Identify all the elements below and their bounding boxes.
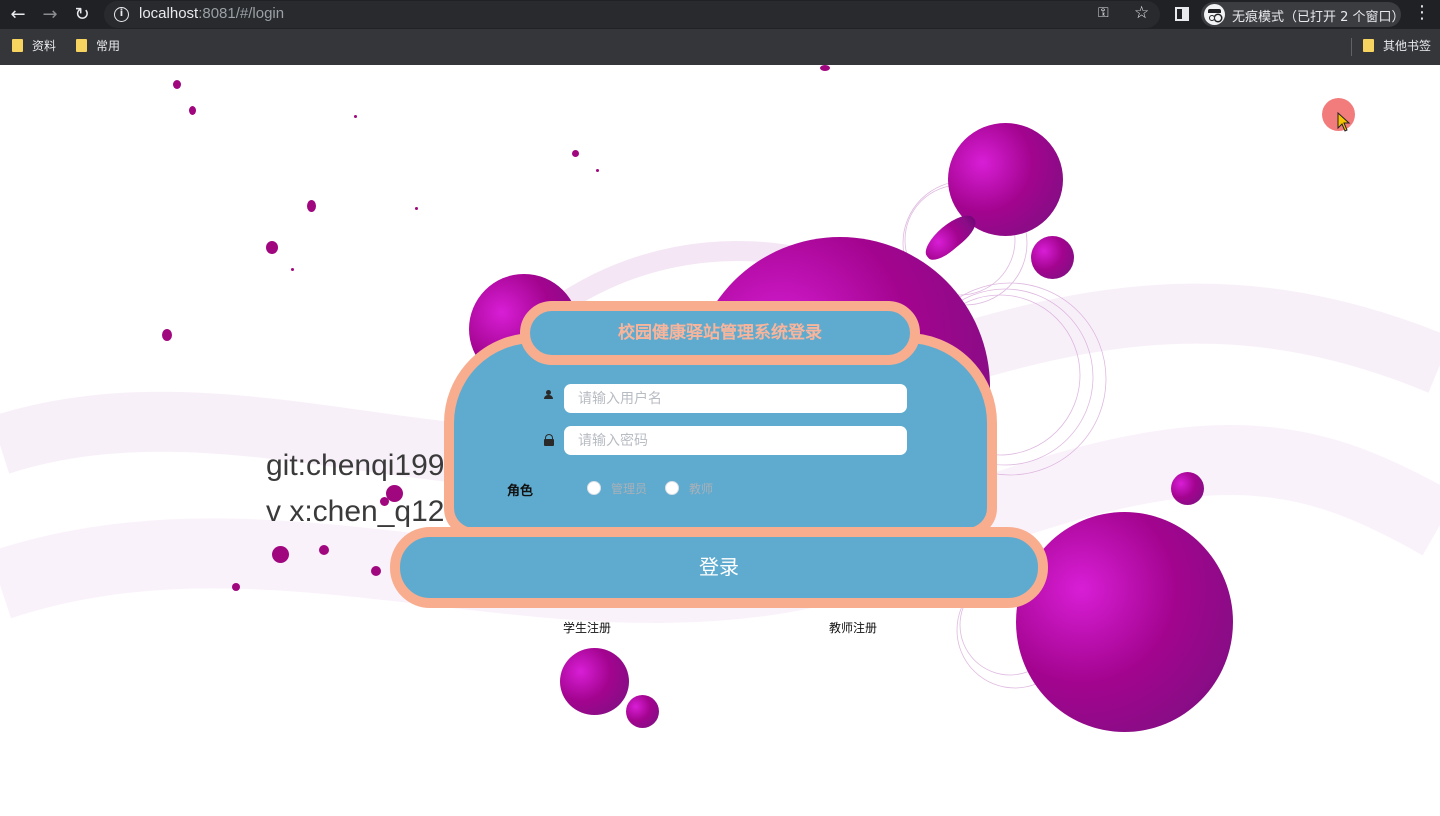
- incognito-icon: [1204, 4, 1225, 25]
- bookmark-folder-changyong[interactable]: 常用: [76, 37, 120, 57]
- role-radio-teacher[interactable]: [665, 481, 679, 495]
- reload-icon[interactable]: ↻: [70, 3, 94, 27]
- sphere-bottom-left: [560, 648, 629, 715]
- url-path: :8081/#/login: [198, 5, 285, 22]
- forward-arrow-icon[interactable]: →: [38, 3, 62, 27]
- incognito-label: 无痕模式（已打开 2 个窗口）: [1232, 10, 1405, 25]
- watermark-git: git:chenqi199: [266, 449, 445, 482]
- dot: [371, 566, 381, 576]
- dot: [319, 545, 329, 555]
- bookmark-star-icon[interactable]: ☆: [1134, 3, 1149, 23]
- back-arrow-icon[interactable]: ←: [6, 3, 30, 27]
- bookmark-label: 常用: [96, 39, 121, 53]
- dot: [189, 106, 196, 115]
- dot: [173, 80, 181, 89]
- dot: [354, 115, 357, 118]
- login-button[interactable]: 登录: [390, 527, 1048, 608]
- user-icon: [543, 390, 553, 400]
- sphere-tiny-right: [1171, 472, 1204, 505]
- dot: [572, 150, 579, 157]
- sphere-bottom-right: [1016, 512, 1233, 732]
- dot: [232, 583, 240, 591]
- address-bar[interactable]: i localhost:8081/#/login ⚿ ☆: [104, 1, 1160, 28]
- dot: [162, 329, 172, 341]
- role-radio-admin[interactable]: [587, 481, 601, 495]
- incognito-badge[interactable]: 无痕模式（已打开 2 个窗口）: [1201, 2, 1405, 27]
- bookmark-divider: [1351, 38, 1352, 56]
- key-icon[interactable]: ⚿: [1098, 5, 1109, 21]
- folder-icon: [76, 39, 87, 52]
- title-banner: 校园健康驿站管理系统登录: [520, 301, 920, 365]
- dot: [291, 268, 294, 271]
- role-option-teacher-label[interactable]: 教师: [689, 480, 713, 497]
- lock-icon: [544, 434, 554, 446]
- bookmark-folder-ziliao[interactable]: 资料: [12, 37, 56, 57]
- teacher-register-link[interactable]: 教师注册: [829, 619, 877, 636]
- dot: [596, 169, 599, 172]
- dot: [272, 546, 289, 563]
- role-label: 角色: [507, 484, 534, 499]
- side-panel-icon[interactable]: [1175, 7, 1189, 21]
- sphere-small-right: [1031, 236, 1074, 279]
- browser-toolbar: ← → ↻ i localhost:8081/#/login ⚿ ☆ 无痕模式（…: [0, 0, 1440, 29]
- bookmark-label: 其他书签: [1383, 39, 1432, 53]
- username-input[interactable]: [564, 384, 907, 413]
- bookmark-label: 资料: [32, 39, 57, 53]
- dot: [266, 241, 278, 254]
- url-text: localhost:8081/#/login: [139, 5, 284, 22]
- folder-icon: [1363, 39, 1374, 52]
- login-title: 校园健康驿站管理系统登录: [618, 323, 822, 343]
- role-option-admin-label[interactable]: 管理员: [611, 480, 647, 497]
- site-info-icon[interactable]: i: [114, 7, 129, 22]
- dot: [820, 65, 830, 71]
- browser-menu-icon[interactable]: ⋮: [1413, 2, 1431, 23]
- mouse-pointer-icon: [1337, 112, 1351, 132]
- dot: [307, 200, 316, 212]
- password-input[interactable]: [564, 426, 907, 455]
- bookmark-folder-other[interactable]: 其他书签: [1363, 37, 1431, 57]
- url-host: localhost: [139, 5, 199, 22]
- dot: [415, 207, 418, 210]
- sphere-bottom-small: [626, 695, 659, 728]
- bookmarks-bar: 资料 常用 其他书签: [0, 29, 1440, 65]
- student-register-link[interactable]: 学生注册: [563, 619, 611, 636]
- login-page: git:chenqi199 v x:chen_q123456 校园健康驿站管理系…: [0, 65, 1440, 816]
- folder-icon: [12, 39, 23, 52]
